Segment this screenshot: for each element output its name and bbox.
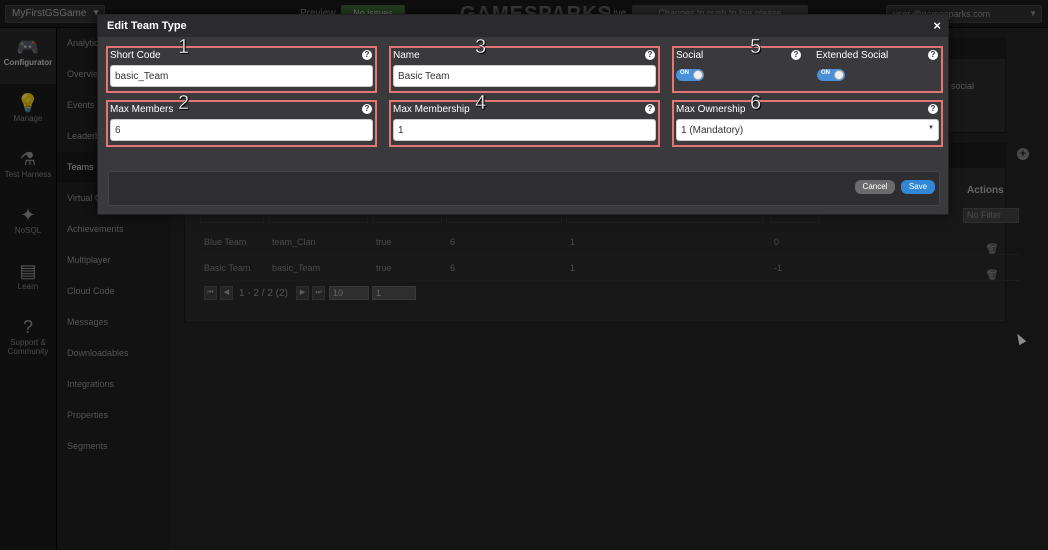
social-toggle[interactable]: ON — [676, 69, 704, 81]
annotation-number: 3 — [475, 36, 487, 59]
modal-title: Edit Team Type — [107, 20, 187, 32]
extended-social-toggle[interactable]: ON — [817, 69, 845, 81]
short-code-label: Short Code — [110, 50, 161, 61]
social-label: Social — [676, 50, 704, 61]
name-label: Name — [393, 50, 420, 61]
max-ownership-label: Max Ownership — [676, 104, 746, 115]
name-input[interactable]: Basic Team — [393, 65, 656, 87]
max-membership-input[interactable]: 1 — [393, 119, 656, 141]
edit-team-type-dialog: Edit Team Type × Short Code ? basic_Team… — [97, 14, 949, 215]
chevron-down-icon: ▼ — [928, 125, 934, 131]
social-group: Social ? ON Extended Social ? ON 5 — [672, 36, 943, 93]
extended-social-label: Extended Social — [816, 50, 889, 61]
toggle-knob — [693, 70, 703, 80]
modal-footer: Cancel Save — [108, 171, 940, 206]
short-code-input[interactable]: basic_Team — [110, 65, 373, 87]
annotation-number: 5 — [750, 36, 762, 59]
max-members-group: Max Members ? 6 2 — [106, 92, 377, 147]
help-icon[interactable]: ? — [928, 50, 938, 60]
max-ownership-value: 1 (Mandatory) — [681, 125, 744, 136]
annotation-number: 6 — [750, 92, 762, 115]
modal-header: Edit Team Type × — [98, 15, 948, 37]
max-ownership-group: Max Ownership ? 1 (Mandatory) ▼ 6 — [672, 92, 943, 147]
toggle-on-label: ON — [680, 70, 689, 76]
annotation-number: 1 — [178, 36, 190, 59]
max-membership-group: Max Membership ? 1 4 — [389, 92, 660, 147]
help-icon[interactable]: ? — [645, 104, 655, 114]
toggle-knob — [834, 70, 844, 80]
modal-body: Short Code ? basic_Team 1 Name ? Basic T… — [98, 36, 948, 167]
max-ownership-select[interactable]: 1 (Mandatory) ▼ — [676, 119, 939, 141]
max-members-label: Max Members — [110, 104, 174, 115]
name-group: Name ? Basic Team 3 — [389, 36, 660, 93]
close-icon[interactable]: × — [933, 18, 941, 33]
cancel-button[interactable]: Cancel — [855, 180, 895, 194]
annotation-number: 2 — [178, 92, 190, 115]
help-icon[interactable]: ? — [791, 50, 801, 60]
annotation-number: 4 — [475, 92, 487, 115]
max-members-input[interactable]: 6 — [110, 119, 373, 141]
max-membership-label: Max Membership — [393, 104, 470, 115]
help-icon[interactable]: ? — [362, 104, 372, 114]
save-button[interactable]: Save — [901, 180, 935, 194]
help-icon[interactable]: ? — [645, 50, 655, 60]
help-icon[interactable]: ? — [928, 104, 938, 114]
short-code-group: Short Code ? basic_Team 1 — [106, 36, 377, 93]
help-icon[interactable]: ? — [362, 50, 372, 60]
toggle-on-label: ON — [821, 70, 830, 76]
